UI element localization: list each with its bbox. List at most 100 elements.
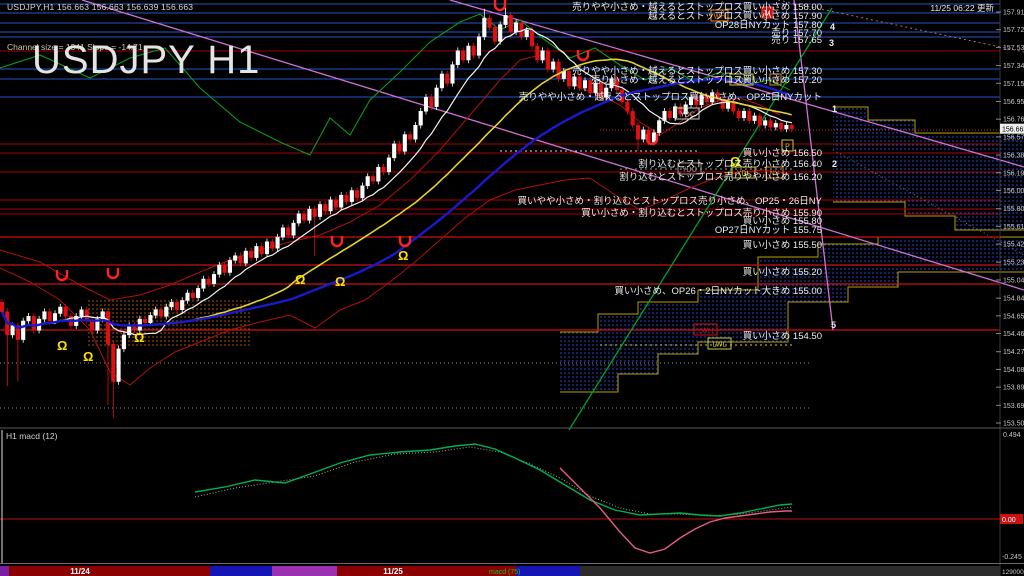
- level-tag-label: LWH: [698, 328, 713, 335]
- candle-body: [403, 135, 407, 152]
- candle-body: [758, 116, 762, 125]
- candle-body: [244, 251, 248, 263]
- macd-max-label: 0.494: [1003, 432, 1021, 439]
- candle-body: [249, 251, 253, 258]
- candle-body: [504, 15, 508, 24]
- macd-signal-line: [560, 468, 792, 553]
- axis-price-label: 155.230: [1003, 260, 1024, 267]
- level-tag-label: YDC: [680, 112, 695, 119]
- candle-body: [207, 279, 211, 284]
- candle-body: [212, 274, 216, 283]
- candle-body: [255, 246, 259, 257]
- buy-signal-icon: Ω: [295, 272, 305, 287]
- buy-signal-icon: Ω: [398, 248, 408, 263]
- candle-body: [302, 214, 306, 221]
- candle-body: [652, 133, 656, 142]
- candle-body: [170, 302, 174, 307]
- candle-body: [408, 135, 412, 140]
- candle-body: [483, 18, 487, 37]
- candle-body: [239, 256, 243, 263]
- candle-body: [387, 158, 391, 172]
- order-annotation: 買い小さめ、OP26・2日NYカット大きめ 155.00: [615, 285, 822, 297]
- candle-body: [21, 321, 25, 340]
- candle-body: [122, 335, 126, 349]
- candle-body: [106, 312, 110, 345]
- candle-body: [567, 71, 571, 86]
- buy-signal-icon: Ω: [335, 274, 345, 289]
- order-annotation: 買い小さめ 155.50: [743, 240, 822, 251]
- wave-count-label: 5: [831, 320, 836, 330]
- candle-body: [498, 25, 502, 42]
- candle-body: [461, 51, 465, 60]
- axis-price-label: 157.150: [1003, 81, 1024, 88]
- candle-body: [143, 319, 147, 323]
- candle-body: [361, 186, 365, 198]
- axis-price-label: 155.615: [1003, 224, 1024, 231]
- candle-body: [53, 314, 57, 321]
- candle-body: [763, 121, 767, 126]
- candle-body: [313, 209, 317, 216]
- axis-price-label: 156.955: [1003, 99, 1024, 106]
- candle-body: [774, 123, 778, 127]
- timeline-segment: [516, 566, 580, 576]
- candle-body: [112, 344, 116, 381]
- order-annotation: 売りやや小さめ・越えるとストップロス買い小さめ、OP25日NYカット: [519, 91, 822, 103]
- timeline-segment: [9, 566, 210, 576]
- candle-body: [657, 121, 661, 133]
- candle-body: [636, 125, 640, 139]
- candle-body: [0, 302, 4, 311]
- candle-body: [154, 310, 158, 316]
- candle-body: [414, 125, 418, 139]
- axis-price-label: 153.695: [1003, 403, 1024, 410]
- candle-body: [324, 204, 328, 211]
- current-price-label: 156.663: [1002, 126, 1024, 133]
- candle-body: [186, 293, 190, 300]
- candle-body: [520, 23, 524, 37]
- candle-body: [218, 265, 222, 274]
- price-chart-canvas[interactable]: ΩΩΩΩΩΩΩ43125WHMYDHWYDCPYDOYDLNYLWHLWL売りや…: [0, 0, 1024, 576]
- timeline-indicator-tag: macd (75): [489, 569, 521, 576]
- candle-body: [742, 111, 746, 118]
- buy-signal-icon: Ω: [57, 338, 67, 353]
- candle-body: [265, 242, 269, 254]
- candle-body: [281, 228, 285, 237]
- order-annotation: 売り 157.65: [771, 34, 822, 46]
- candle-body: [790, 125, 794, 128]
- candle-body: [488, 18, 492, 27]
- axis-price-label: 156.000: [1003, 188, 1024, 195]
- wave-count-label: 4: [830, 22, 835, 32]
- wave-count-label: 3: [829, 38, 834, 48]
- axis-price-label: 157.535: [1003, 45, 1024, 52]
- candle-body: [382, 167, 386, 172]
- candle-body: [377, 167, 381, 181]
- candle-body: [80, 310, 84, 317]
- timeline-segment: [580, 566, 1000, 576]
- candle-body: [165, 307, 169, 316]
- macd-indicator-label: H1 macd (12): [6, 431, 58, 441]
- candle-body: [345, 195, 349, 202]
- candle-body: [223, 265, 227, 272]
- candle-body: [286, 228, 290, 235]
- order-annotation: 買い小さめ 154.50: [743, 331, 822, 342]
- candle-body: [202, 279, 206, 288]
- level-tag-label: LWL: [713, 342, 727, 349]
- sell-signal-icon: [108, 268, 118, 278]
- order-annotation: 割り込むとストップロス売りやや小さめ 156.20: [619, 171, 822, 183]
- candle-body: [59, 307, 63, 314]
- candle-body: [626, 102, 630, 111]
- order-annotation: OP27日NYカット 155.75: [715, 225, 822, 236]
- axis-price-label: 157.340: [1003, 63, 1024, 70]
- candle-body: [424, 97, 428, 111]
- candle-body: [451, 65, 455, 84]
- axis-price-label: 157.915: [1003, 10, 1024, 17]
- candle-body: [631, 111, 635, 125]
- macd-signal-dotted: [195, 447, 792, 516]
- candle-body: [440, 74, 444, 88]
- candle-body: [456, 51, 460, 65]
- axis-price-label: 157.725: [1003, 27, 1024, 34]
- candle-body: [573, 77, 577, 86]
- candle-body: [159, 310, 163, 317]
- candle-body: [329, 200, 333, 211]
- candle-body: [398, 144, 402, 151]
- candle-body: [48, 312, 52, 321]
